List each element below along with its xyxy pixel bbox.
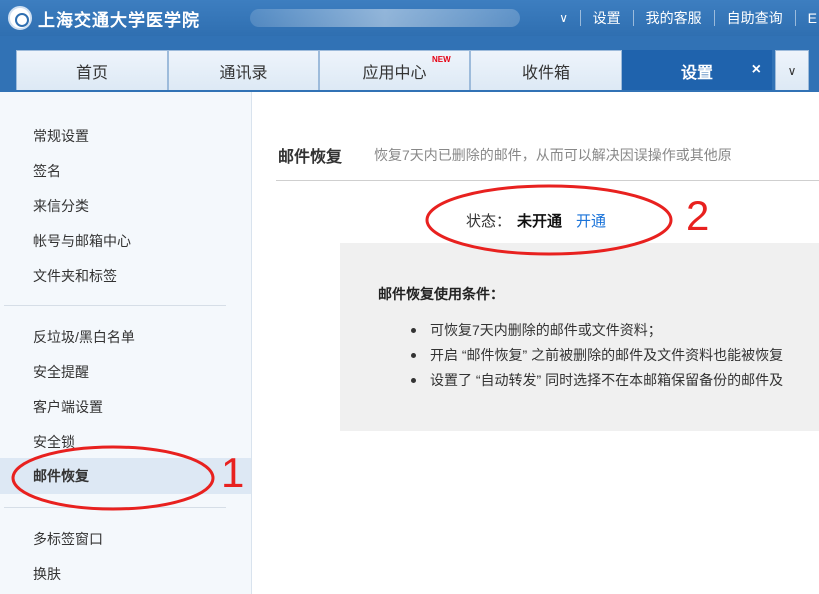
sidebar-item-multi-tab[interactable]: 多标签窗口	[33, 529, 103, 549]
tab-label: 通讯录	[219, 64, 268, 82]
sidebar-item-skin[interactable]: 换肤	[33, 564, 61, 584]
settings-link[interactable]: 设置	[579, 10, 633, 26]
tab-app-center[interactable]: 应用中心 NEW	[319, 50, 470, 90]
list-item: 设置了 “自动转发” 同时选择不在本邮箱保留备份的邮件及	[410, 370, 819, 395]
tab-label: 首页	[75, 64, 108, 82]
chevron-down-icon: ∨	[787, 63, 797, 78]
page-title: 邮件恢复	[278, 149, 343, 166]
list-item: 开启 “邮件恢复” 之前被删除的邮件及文件资料也能被恢复	[410, 345, 819, 370]
list-item: 可恢复7天内删除的邮件或文件资料；	[410, 320, 819, 345]
self-service-link[interactable]: 自助查询	[713, 10, 795, 26]
top-bar: 上海交通大学医学院 ∨ 设置 我的客服 自助查询 E	[0, 0, 819, 36]
tab-more-dropdown[interactable]: ∨	[775, 50, 809, 90]
tab-label: 收件箱	[521, 64, 570, 82]
logo: 上海交通大学医学院	[8, 4, 200, 32]
title-divider	[276, 180, 819, 181]
annotation-number-1: 1	[221, 449, 245, 496]
sidebar-divider	[4, 305, 226, 306]
sidebar-item-security-lock[interactable]: 安全锁	[33, 432, 75, 452]
close-icon[interactable]: ×	[752, 61, 761, 79]
status-label: 状态：	[466, 213, 512, 230]
sidebar-item-mail-filters[interactable]: 来信分类	[33, 196, 89, 216]
new-badge: NEW	[432, 55, 451, 64]
conditions-title: 邮件恢复使用条件：	[378, 286, 504, 302]
tab-label: 设置	[680, 64, 713, 82]
sidebar-item-antispam[interactable]: 反垃圾/黑白名单	[33, 327, 135, 347]
recovery-status: 状态： 未开通 开通	[466, 210, 606, 231]
tab-home[interactable]: 首页	[16, 50, 168, 90]
sidebar-item-folders-labels[interactable]: 文件夹和标签	[33, 266, 117, 286]
top-links: ∨ 设置 我的客服 自助查询 E	[558, 0, 819, 36]
chevron-down-icon[interactable]: ∨	[558, 11, 570, 25]
university-seal-icon	[8, 6, 32, 30]
sidebar-item-mail-recovery[interactable]: 邮件恢复	[0, 458, 251, 494]
status-value: 未开通	[517, 213, 563, 230]
settings-sidebar: 常规设置 签名 来信分类 帐号与邮箱中心 文件夹和标签 反垃圾/黑白名单 安全提…	[0, 92, 252, 594]
annotation-number-2: 2	[686, 192, 710, 239]
sidebar-item-security-alerts[interactable]: 安全提醒	[33, 362, 89, 382]
more-link[interactable]: E	[794, 10, 819, 26]
sidebar-item-general[interactable]: 常规设置	[33, 126, 89, 146]
sidebar-item-accounts[interactable]: 帐号与邮箱中心	[33, 231, 131, 251]
tab-label: 应用中心	[362, 64, 427, 82]
logo-text: 上海交通大学医学院	[38, 10, 200, 31]
sidebar-item-signature[interactable]: 签名	[33, 161, 61, 181]
conditions-list: 可恢复7天内删除的邮件或文件资料； 开启 “邮件恢复” 之前被删除的邮件及文件资…	[410, 320, 819, 395]
sidebar-divider	[4, 507, 226, 508]
page-description: 恢复7天内已删除的邮件，从而可以解决因误操作或其他原	[374, 147, 732, 163]
blurred-account-name	[250, 9, 520, 27]
enable-link[interactable]: 开通	[576, 213, 606, 230]
tab-inbox[interactable]: 收件箱	[470, 50, 622, 90]
customer-service-link[interactable]: 我的客服	[632, 10, 714, 26]
tab-bar: 首页 通讯录 应用中心 NEW 收件箱 设置 × ∨	[0, 36, 819, 92]
tab-contacts[interactable]: 通讯录	[168, 50, 319, 90]
sidebar-item-client-settings[interactable]: 客户端设置	[33, 397, 103, 417]
tab-settings[interactable]: 设置 ×	[622, 50, 772, 90]
